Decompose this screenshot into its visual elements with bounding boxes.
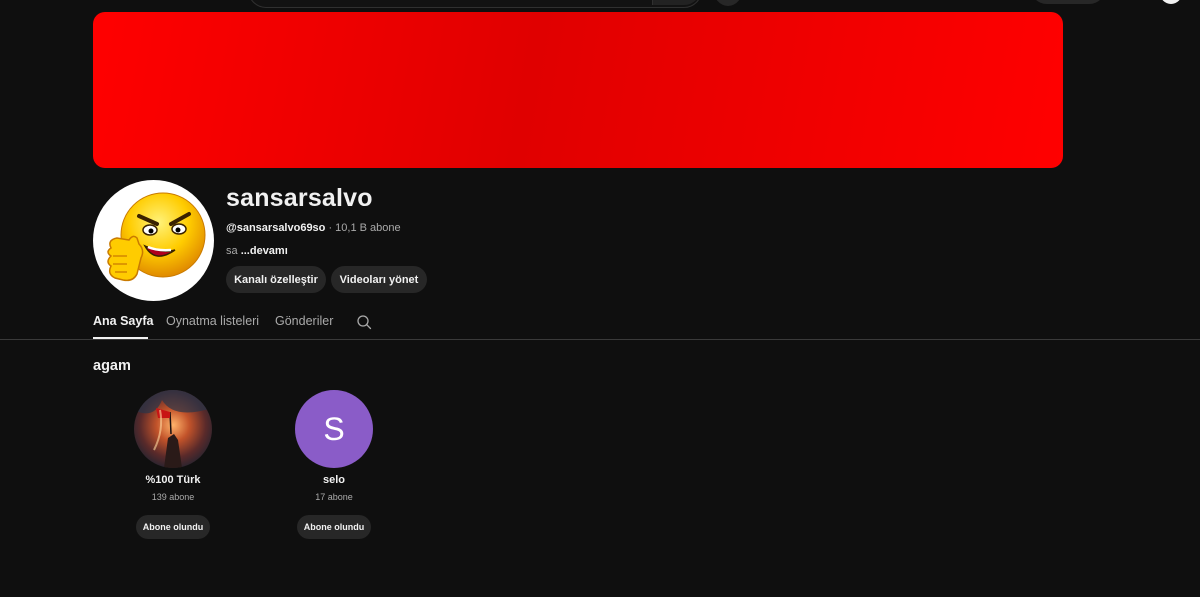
- channel-card-name[interactable]: %100 Türk: [93, 474, 253, 486]
- channel-card-subs: 17 abone: [315, 492, 353, 502]
- tab-posts[interactable]: Gönderiler: [275, 314, 333, 328]
- description-text: sa: [226, 245, 241, 257]
- tab-playlists[interactable]: Oynatma listeleri: [166, 314, 259, 328]
- top-search-button[interactable]: [652, 0, 701, 5]
- channel-card-subs: 139 abone: [151, 492, 195, 502]
- tabs-divider: [0, 339, 1200, 340]
- more-link[interactable]: ...devamı: [241, 245, 288, 257]
- voice-search-button[interactable]: [713, 0, 743, 6]
- subscriber-count: · 10,1 B abone: [325, 222, 401, 234]
- subscribed-button[interactable]: Abone olundu: [136, 515, 210, 539]
- subscribed-button[interactable]: Abone olundu: [297, 515, 371, 539]
- create-button[interactable]: [1030, 0, 1106, 4]
- channel-banner: [93, 12, 1063, 168]
- account-avatar[interactable]: [1160, 0, 1182, 4]
- channel-name: sansarsalvo: [226, 184, 373, 212]
- channel-meta: @sansarsalvo69so · 10,1 B abone: [226, 222, 401, 234]
- channel-card[interactable]: %100 Türk 139 abone Abone olundu: [93, 390, 253, 539]
- channel-card-avatar[interactable]: S: [295, 390, 373, 468]
- channel-avatar[interactable]: [93, 180, 214, 301]
- channel-card-avatar[interactable]: [134, 390, 212, 468]
- channel-card-name[interactable]: selo: [254, 474, 414, 486]
- angry-emoji-icon: [107, 192, 206, 282]
- channel-handle: @sansarsalvo69so: [226, 222, 326, 234]
- section-title: agam: [93, 358, 131, 374]
- nebula-flag-image: [134, 390, 212, 468]
- channel-description[interactable]: sa ...devamı: [226, 245, 288, 257]
- tab-home[interactable]: Ana Sayfa: [93, 314, 153, 328]
- top-search-box[interactable]: [248, 0, 702, 8]
- manage-videos-button[interactable]: Videoları yönet: [331, 266, 427, 293]
- search-icon[interactable]: [356, 314, 372, 330]
- channel-card[interactable]: S selo 17 abone Abone olundu: [254, 390, 414, 539]
- customize-channel-button[interactable]: Kanalı özelleştir: [226, 266, 326, 293]
